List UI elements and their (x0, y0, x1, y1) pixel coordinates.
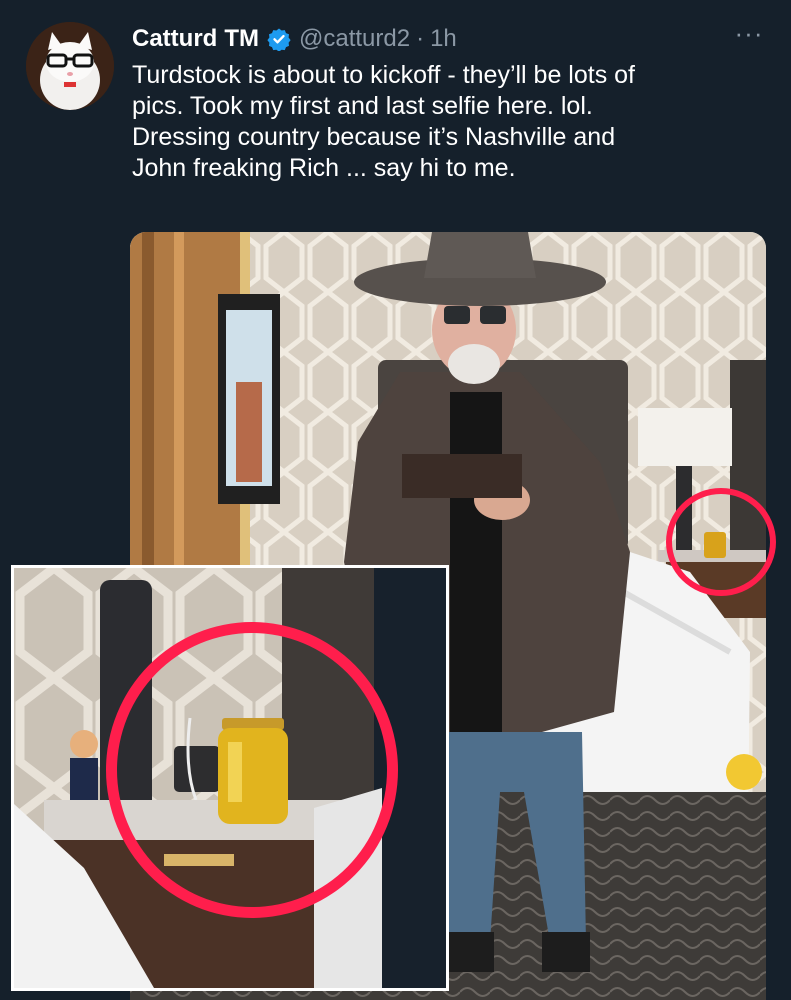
verified-badge-icon (267, 27, 291, 51)
trademark-mark: TM (224, 25, 259, 52)
tweet-text: Turdstock is about to kickoff - they’ll … (132, 60, 772, 184)
tweet-text-line: Dressing country because it’s Nashville … (132, 123, 616, 151)
highlight-circle-small (666, 488, 776, 596)
highlight-circle-large (106, 622, 398, 918)
tweet-text-line: Turdstock is about to kickoff - they’ll … (132, 61, 636, 89)
author-display-name[interactable]: Catturd (132, 25, 217, 53)
header-separator: · (416, 25, 425, 52)
tweet-header: Catturd TM @catturd2 · 1h (132, 22, 457, 56)
tweet-text-line: pics. Took my first and last selfie here… (132, 92, 593, 120)
tweet-text-line: John freaking Rich ... say hi to me. (132, 154, 516, 182)
author-handle[interactable]: @catturd2 (299, 25, 410, 53)
tweet-timestamp[interactable]: 1h (430, 25, 457, 53)
more-options-icon[interactable]: ··· (732, 20, 766, 48)
cat-avatar-image (26, 22, 114, 110)
tweet[interactable]: Catturd TM @catturd2 · 1h ··· Turdstock … (0, 0, 791, 1000)
author-avatar[interactable] (26, 22, 114, 110)
